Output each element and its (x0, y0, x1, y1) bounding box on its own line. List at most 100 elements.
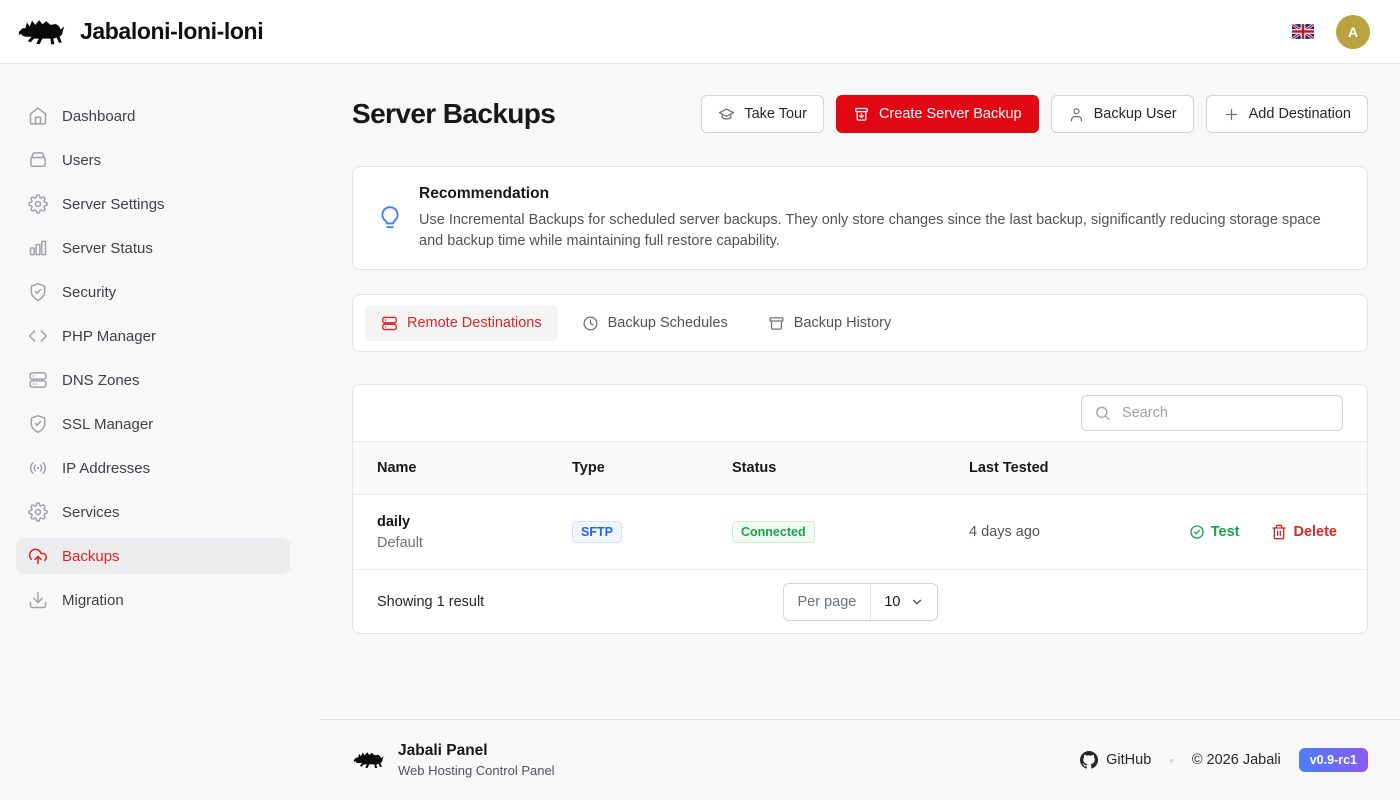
language-flag-uk-icon[interactable] (1292, 24, 1314, 39)
trash-icon (1271, 524, 1287, 540)
sidebar-item-label: Security (62, 284, 116, 301)
test-button[interactable]: Test (1183, 523, 1246, 541)
boar-logo-icon (16, 14, 68, 50)
sidebar-item-label: PHP Manager (62, 328, 156, 345)
drawer-icon (28, 150, 48, 170)
delete-label: Delete (1293, 524, 1337, 540)
sidebar-item-dns-zones[interactable]: DNS Zones (16, 362, 290, 398)
test-label: Test (1211, 524, 1240, 540)
tour-graduation-cap-icon (718, 106, 735, 123)
backup-tabs: Remote Destinations Backup Schedules Bac… (352, 294, 1368, 352)
destinations-table-card: Name Type Status Last Tested daily Defau… (352, 384, 1368, 634)
footer-separator: • (1169, 753, 1174, 768)
sidebar-item-label: Dashboard (62, 108, 135, 125)
lightbulb-icon (377, 205, 403, 231)
archive-icon (768, 315, 785, 332)
version-badge: v0.9-rc1 (1299, 748, 1368, 772)
search-input[interactable] (1081, 395, 1343, 431)
destination-subtitle: Default (377, 535, 572, 551)
page-title: Server Backups (352, 98, 555, 130)
sidebar-item-label: Server Status (62, 240, 153, 257)
delete-button[interactable]: Delete (1265, 523, 1343, 541)
sidebar-item-users[interactable]: Users (16, 142, 290, 178)
sidebar-item-backups[interactable]: Backups (16, 538, 290, 574)
tab-backup-history[interactable]: Backup History (752, 305, 908, 341)
create-server-backup-button[interactable]: Create Server Backup (836, 95, 1039, 133)
recommendation-body: Use Incremental Backups for scheduled se… (419, 210, 1343, 251)
footer-brand-name: Jabali Panel (398, 742, 555, 760)
download-icon (28, 590, 48, 610)
sidebar-item-php-manager[interactable]: PHP Manager (16, 318, 290, 354)
create-server-backup-label: Create Server Backup (879, 106, 1022, 122)
column-header-status: Status (732, 460, 969, 476)
shield-check-icon (28, 414, 48, 434)
table-header-row: Name Type Status Last Tested (353, 441, 1367, 495)
results-count: Showing 1 result (377, 594, 783, 610)
sidebar-item-services[interactable]: Services (16, 494, 290, 530)
app-brand[interactable]: Jabaloni-loni-loni (16, 14, 263, 50)
chevron-down-icon (910, 595, 924, 609)
sidebar-item-dashboard[interactable]: Dashboard (16, 98, 290, 134)
take-tour-label: Take Tour (744, 106, 807, 122)
search-box (1081, 395, 1343, 431)
app-title: Jabaloni-loni-loni (80, 18, 263, 45)
github-link[interactable]: GitHub (1080, 751, 1151, 769)
per-page-select[interactable]: Per page 10 (783, 583, 938, 621)
sidebar-item-ssl-manager[interactable]: SSL Manager (16, 406, 290, 442)
recommendation-title: Recommendation (419, 185, 1343, 203)
column-header-name: Name (377, 460, 572, 476)
clock-icon (582, 315, 599, 332)
table-row: daily Default SFTP Connected 4 days ago … (353, 495, 1367, 569)
page-actions: Take Tour Create Server Backup Backup Us… (701, 95, 1368, 133)
main-area: Server Backups Take Tour Create Server B… (320, 64, 1400, 800)
backup-user-label: Backup User (1094, 106, 1177, 122)
sidebar-item-label: Users (62, 152, 101, 169)
sidebar-item-label: Server Settings (62, 196, 165, 213)
table-footer: Showing 1 result Per page 10 (353, 569, 1367, 633)
recommendation-banner: Recommendation Use Incremental Backups f… (352, 166, 1368, 270)
gear-icon (28, 502, 48, 522)
tab-backup-schedules[interactable]: Backup Schedules (566, 305, 744, 341)
broadcast-icon (28, 458, 48, 478)
tab-label: Remote Destinations (407, 315, 542, 331)
add-destination-label: Add Destination (1249, 106, 1351, 122)
github-icon (1080, 751, 1098, 769)
sidebar-item-label: Migration (62, 592, 124, 609)
bar-chart-icon (28, 238, 48, 258)
sidebar-item-label: DNS Zones (62, 372, 140, 389)
code-icon (28, 326, 48, 346)
site-footer: Jabali Panel Web Hosting Control Panel G… (320, 719, 1400, 800)
destination-name: daily (377, 514, 572, 530)
server-stack-icon (381, 315, 398, 332)
sidebar-item-label: Services (62, 504, 120, 521)
gear-icon (28, 194, 48, 214)
sidebar-item-server-settings[interactable]: Server Settings (16, 186, 290, 222)
sidebar-item-label: Backups (62, 548, 120, 565)
user-avatar[interactable]: A (1336, 15, 1370, 49)
boar-logo-icon (352, 748, 386, 772)
user-icon (1068, 106, 1085, 123)
last-tested-value: 4 days ago (969, 524, 1183, 540)
top-header: Jabaloni-loni-loni A (0, 0, 1400, 64)
plus-icon (1223, 106, 1240, 123)
take-tour-button[interactable]: Take Tour (701, 95, 824, 133)
sidebar-item-migration[interactable]: Migration (16, 582, 290, 618)
backup-user-button[interactable]: Backup User (1051, 95, 1194, 133)
archive-down-icon (853, 106, 870, 123)
sidebar-item-server-status[interactable]: Server Status (16, 230, 290, 266)
status-badge: Connected (732, 521, 815, 543)
tab-label: Backup History (794, 315, 892, 331)
column-header-last-tested: Last Tested (969, 460, 1343, 476)
home-icon (28, 106, 48, 126)
sidebar-item-ip-addresses[interactable]: IP Addresses (16, 450, 290, 486)
tab-remote-destinations[interactable]: Remote Destinations (365, 305, 558, 341)
type-badge: SFTP (572, 521, 622, 543)
footer-copyright: © 2026 Jabali (1192, 752, 1281, 768)
tab-label: Backup Schedules (608, 315, 728, 331)
sidebar-item-label: SSL Manager (62, 416, 153, 433)
sidebar-item-security[interactable]: Security (16, 274, 290, 310)
add-destination-button[interactable]: Add Destination (1206, 95, 1368, 133)
per-page-label: Per page (784, 584, 872, 620)
check-circle-icon (1189, 524, 1205, 540)
sidebar: Dashboard Users Server Settings Server S… (0, 64, 320, 800)
